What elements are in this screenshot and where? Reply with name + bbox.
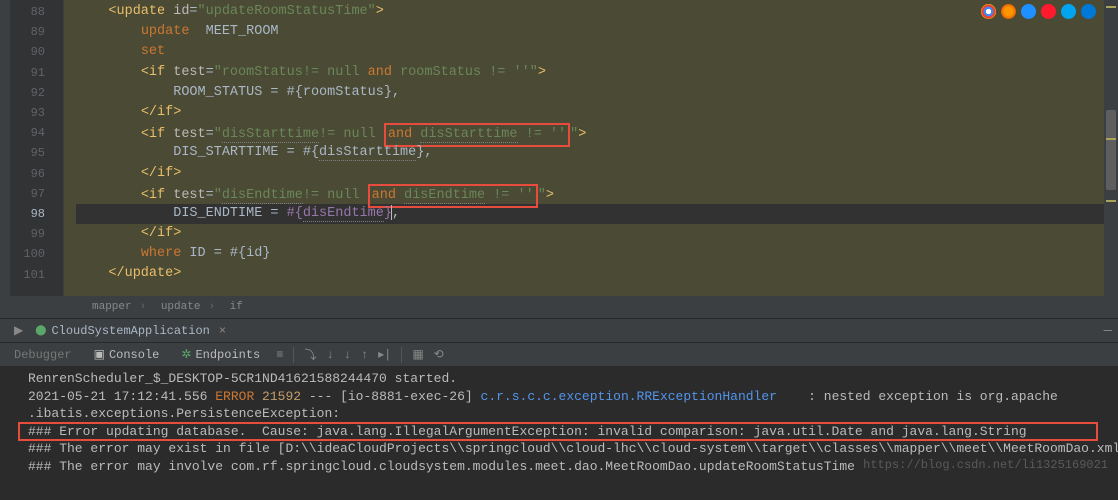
debug-toolbar: Debugger ▣Console ✲Endpoints ≡ ⤵ ↓ ↓ ↑ ▸… [0,342,1118,366]
run-to-cursor-icon[interactable]: ▸| [374,347,395,362]
console-line: RenrenScheduler_$_DESKTOP-5CR1ND41621588… [28,370,1118,388]
breadcrumb-item[interactable]: update [157,301,205,313]
opera-icon[interactable] [1041,4,1056,19]
console-line: ### The error may exist in file [D:\\ide… [28,440,1118,458]
firefox-icon[interactable] [1001,4,1016,19]
ie-icon[interactable] [1061,4,1076,19]
browser-preview-icons[interactable] [981,4,1096,19]
spring-icon: ⬤ [35,325,46,337]
step-into-icon[interactable]: ↓ [322,348,337,362]
close-icon[interactable]: × [219,324,226,338]
breadcrumb[interactable]: mapper› update› if [0,296,1118,318]
breadcrumb-item[interactable]: mapper [88,301,136,313]
step-out-icon[interactable]: ↑ [357,348,372,362]
console-icon: ▣ [94,347,105,362]
step-over-icon[interactable]: ⤵ [300,346,320,363]
run-config-label: CloudSystemApplication [51,324,209,338]
filter-icon[interactable]: ≡ [272,348,287,362]
safari-icon[interactable] [1021,4,1036,19]
endpoints-tab[interactable]: ✲Endpoints [171,343,270,367]
run-tab-bar: ▶ ⬤ CloudSystemApplication × — [0,318,1118,342]
console-output[interactable]: RenrenScheduler_$_DESKTOP-5CR1ND41621588… [0,366,1118,476]
hide-panel-icon[interactable]: — [1104,323,1112,339]
code-editor[interactable]: <update id="updateRoomStatusTime"> updat… [64,0,1118,296]
breadcrumb-item[interactable]: if [226,301,247,313]
run-indicator-icon: ▶ [10,323,27,338]
watermark: https://blog.csdn.net/li1325169021 [863,457,1108,475]
run-config-tab[interactable]: ⬤ CloudSystemApplication × [27,320,234,342]
force-step-icon[interactable]: ↓ [340,348,355,362]
console-tab[interactable]: ▣Console [84,343,170,367]
editor-scrollbar[interactable] [1104,0,1118,296]
chrome-icon[interactable] [981,4,996,19]
console-line: .ibatis.exceptions.PersistenceException: [28,405,1118,423]
trace-icon[interactable]: ⟲ [430,347,448,362]
debugger-tab[interactable]: Debugger [4,343,82,367]
evaluate-icon[interactable]: ▦ [408,347,427,362]
endpoints-icon: ✲ [181,347,191,362]
edge-icon[interactable] [1081,4,1096,19]
console-line: 2021-05-21 17:12:41.556 ERROR 21592 --- … [28,388,1118,406]
